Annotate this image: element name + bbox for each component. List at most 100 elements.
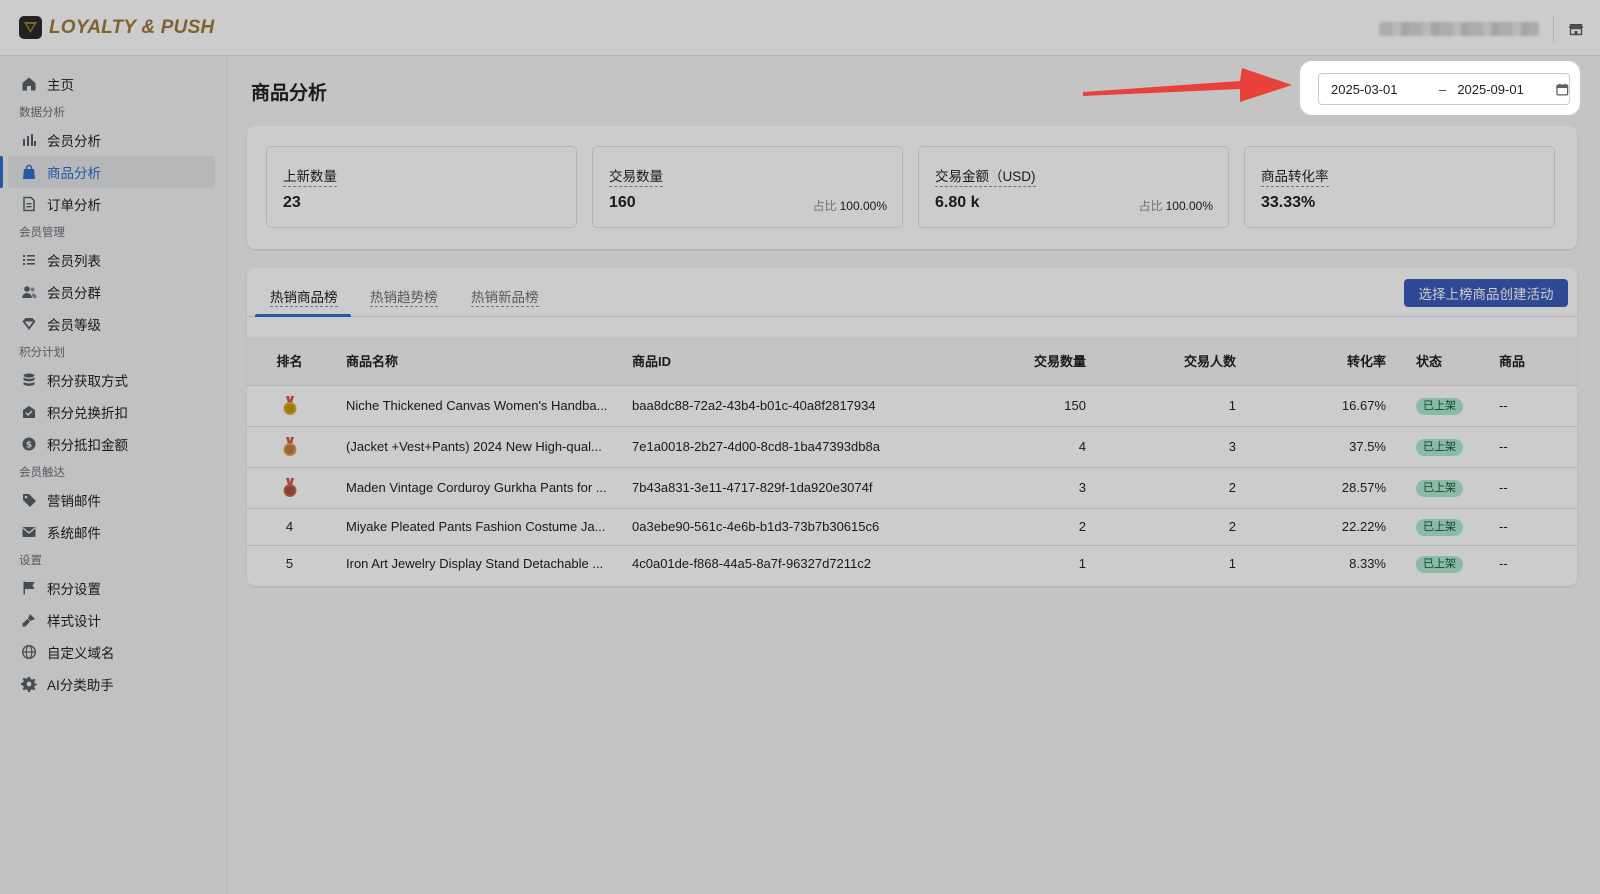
- conversion-rate: 22.22%: [1341, 519, 1386, 534]
- account-name-redacted[interactable]: [1379, 22, 1539, 36]
- table-row[interactable]: 5 Iron Art Jewelry Display Stand Detacha…: [247, 545, 1577, 582]
- sidebar-item-label: 样式设计: [47, 614, 101, 629]
- sidebar-item-label: 主页: [47, 78, 74, 93]
- date-range-highlight: 2025-03-01 – 2025-09-01: [1300, 61, 1580, 115]
- sidebar-section-title: 积分计划: [19, 347, 65, 359]
- sidebar-section-title: 会员触达: [19, 467, 65, 479]
- sidebar-item-marketing-email[interactable]: 营销邮件: [8, 484, 215, 516]
- more-cell: --: [1499, 480, 1508, 495]
- transaction-qty: 3: [1078, 480, 1086, 495]
- sidebar-item-order-analysis[interactable]: 订单分析: [8, 188, 215, 220]
- table-row[interactable]: 3 Maden Vintage Corduroy Gurkha Pants fo…: [247, 467, 1577, 508]
- sidebar-item-custom-domain[interactable]: 自定义域名: [8, 636, 215, 668]
- database-icon: [23, 373, 35, 386]
- sidebar-section-title: 数据分析: [19, 107, 65, 119]
- sidebar-item-label: 积分设置: [47, 582, 101, 597]
- sidebar-item-member-analysis[interactable]: 会员分析: [8, 124, 215, 156]
- bronze-medal-icon: [283, 477, 296, 497]
- sidebar-item-ai-classifier[interactable]: AI分类助手: [8, 668, 215, 700]
- stat-value: 33.33%: [1261, 194, 1316, 211]
- date-range-picker[interactable]: 2025-03-01 – 2025-09-01: [1318, 73, 1570, 105]
- product-id: 7e1a0018-2b27-4d00-8cd8-1ba47393db8a: [632, 439, 880, 454]
- product-name[interactable]: Miyake Pleated Pants Fashion Costume Ja.…: [332, 508, 632, 545]
- tag-icon: [23, 494, 36, 507]
- column-header-status[interactable]: 状态: [1386, 337, 1499, 385]
- sidebar-item-member-segments[interactable]: 会员分群: [8, 276, 215, 308]
- rank-cell: 3: [247, 467, 332, 508]
- stat-value: 23: [283, 194, 301, 211]
- sidebar-item-label: 积分获取方式: [47, 374, 128, 389]
- svg-text:$: $: [26, 441, 32, 451]
- tab-hot-new-products[interactable]: 热销新品榜: [471, 286, 539, 307]
- calendar-icon[interactable]: [1556, 83, 1569, 96]
- column-header-buyers[interactable]: 交易人数: [1086, 337, 1236, 385]
- mail-icon: [22, 527, 36, 537]
- stat-ratio: 占比 100.00%: [1139, 197, 1213, 214]
- stat-ratio-value: 100.00%: [839, 199, 887, 213]
- sidebar-item-label: 会员分析: [47, 134, 101, 149]
- globe-icon: [21, 644, 37, 660]
- sidebar-item-label: 自定义域名: [47, 646, 115, 661]
- store-icon[interactable]: [1568, 21, 1584, 37]
- stat-label[interactable]: 交易数量: [609, 165, 663, 187]
- product-name[interactable]: Iron Art Jewelry Display Stand Detachabl…: [332, 545, 632, 582]
- date-range-start[interactable]: 2025-03-01: [1331, 82, 1436, 97]
- stat-label[interactable]: 上新数量: [283, 165, 337, 187]
- sidebar-item-product-analysis[interactable]: 商品分析: [0, 156, 215, 188]
- sidebar-item-points-discount[interactable]: 积分兑换折扣: [8, 396, 215, 428]
- sidebar-item-label: 会员等级: [47, 318, 101, 333]
- column-header-id[interactable]: 商品ID: [632, 337, 938, 385]
- status-cell: 已上架: [1386, 426, 1499, 467]
- sidebar-item-member-list[interactable]: 会员列表: [8, 244, 215, 276]
- status-badge: 已上架: [1416, 397, 1463, 415]
- silver-medal-icon: [283, 436, 296, 456]
- table-header-row: 排名 商品名称 商品ID 交易数量 交易人数 转化率 状态 商品: [247, 337, 1577, 385]
- ranking-card: 热销商品榜 热销趋势榜 热销新品榜 选择上榜商品创建活动 排名 商品名称 商品I…: [247, 268, 1577, 586]
- sidebar-item-system-email[interactable]: 系统邮件: [8, 516, 215, 548]
- brand[interactable]: LOYALTY & PUSH: [19, 16, 214, 39]
- bar-chart-icon: [23, 134, 36, 146]
- sidebar-item-home[interactable]: 主页: [8, 68, 215, 100]
- buyer-count: 3: [1228, 439, 1236, 454]
- status-cell: 已上架: [1386, 385, 1499, 426]
- stat-label[interactable]: 交易金额（USD): [935, 165, 1036, 187]
- sidebar-section-title: 会员管理: [19, 227, 65, 239]
- stat-label[interactable]: 商品转化率: [1261, 165, 1329, 187]
- transaction-qty: 4: [1078, 439, 1086, 454]
- column-header-rate[interactable]: 转化率: [1236, 337, 1386, 385]
- product-name[interactable]: (Jacket +Vest+Pants) 2024 New High-qual.…: [332, 426, 632, 467]
- tab-hot-products[interactable]: 热销商品榜: [270, 286, 338, 307]
- sidebar-item-member-tiers[interactable]: 会员等级: [8, 308, 215, 340]
- table-row[interactable]: 4 Miyake Pleated Pants Fashion Costume J…: [247, 508, 1577, 545]
- sidebar-item-label: 商品分析: [47, 166, 101, 181]
- sidebar-item-points-settings[interactable]: 积分设置: [8, 572, 215, 604]
- column-header-qty[interactable]: 交易数量: [938, 337, 1086, 385]
- product-name[interactable]: Niche Thickened Canvas Women's Handba...: [332, 385, 632, 426]
- table-row[interactable]: 1 Niche Thickened Canvas Women's Handba.…: [247, 385, 1577, 426]
- sidebar-item-points-deduction[interactable]: $ 积分抵扣金额: [8, 428, 215, 460]
- flag-icon: [23, 581, 35, 595]
- column-header-more[interactable]: 商品: [1499, 337, 1577, 385]
- sidebar-item-points-earning[interactable]: 积分获取方式: [8, 364, 215, 396]
- product-id: 4c0a01de-f868-44a5-8a7f-96327d7211c2: [632, 556, 872, 572]
- column-header-rank[interactable]: 排名: [247, 337, 332, 385]
- date-range-end[interactable]: 2025-09-01: [1457, 82, 1550, 97]
- users-icon: [22, 286, 37, 298]
- shopping-bag-icon: [23, 164, 35, 179]
- table-row[interactable]: 2 (Jacket +Vest+Pants) 2024 New High-qua…: [247, 426, 1577, 467]
- create-campaign-button[interactable]: 选择上榜商品创建活动: [1404, 279, 1568, 307]
- sidebar-item-label: 会员列表: [47, 254, 101, 269]
- status-cell: 已上架: [1386, 467, 1499, 508]
- sidebar-item-style-design[interactable]: 样式设计: [8, 604, 215, 636]
- tab-hot-trends[interactable]: 热销趋势榜: [370, 286, 438, 307]
- product-name[interactable]: Maden Vintage Corduroy Gurkha Pants for …: [332, 467, 632, 508]
- gold-medal-icon: [283, 395, 296, 415]
- more-cell: --: [1499, 556, 1508, 572]
- rank-value: 5: [285, 556, 294, 572]
- top-bar: LOYALTY & PUSH: [0, 0, 1600, 56]
- brush-icon: [22, 614, 35, 627]
- date-range-separator: –: [1438, 81, 1447, 97]
- column-header-name[interactable]: 商品名称: [332, 337, 632, 385]
- main-content: 商品分析 上新数量 23 交易数量 160 占比 100.00% 交易金额（USD…: [228, 56, 1600, 894]
- stat-new-products: 上新数量 23: [266, 146, 577, 228]
